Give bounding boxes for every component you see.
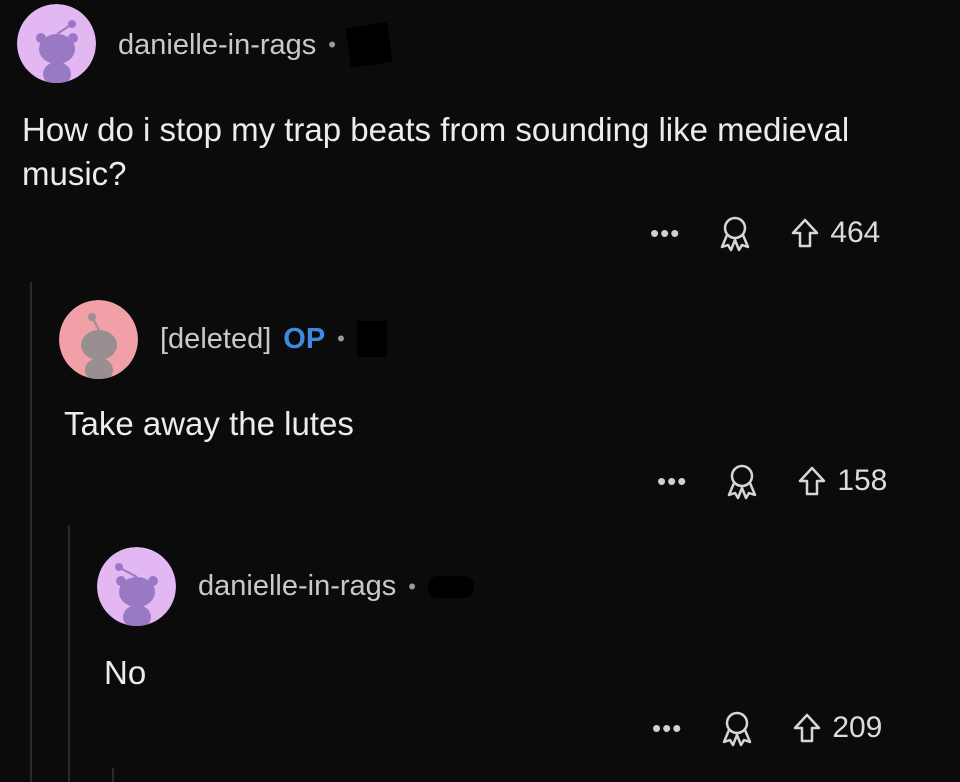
comment-actions: ••• 158 [657, 462, 887, 500]
thread-line-level-2 [68, 525, 70, 782]
comment-body: Take away the lutes [64, 405, 354, 442]
post-author-avatar[interactable] [17, 4, 96, 83]
snoo-avatar-icon [17, 4, 96, 83]
redacted-timestamp [356, 321, 387, 357]
post-actions: ••• 464 [650, 214, 880, 252]
snoo-avatar-icon [59, 300, 138, 379]
thread-line-level-3 [112, 768, 114, 782]
more-options-icon[interactable]: ••• [657, 468, 687, 494]
post-body: How do i stop my trap beats from soundin… [22, 111, 850, 192]
post-author-name[interactable]: danielle-in-rags [118, 29, 316, 62]
more-options-icon[interactable]: ••• [652, 715, 682, 741]
award-icon[interactable] [720, 709, 754, 747]
redacted-timestamp [427, 575, 474, 598]
comment-author-avatar[interactable] [59, 300, 138, 379]
separator-dot: • [408, 573, 416, 599]
separator-dot: • [328, 32, 336, 57]
op-badge: OP [283, 322, 326, 355]
upvote-icon[interactable] [790, 217, 820, 249]
comment-author-name[interactable]: [deleted] [160, 323, 271, 356]
thread-line-level-1 [30, 282, 32, 782]
reply-author-row: danielle-in-rags • [198, 570, 474, 603]
separator-dot: • [337, 326, 345, 351]
more-options-icon[interactable]: ••• [650, 220, 680, 246]
award-icon[interactable] [718, 214, 752, 252]
upvote-icon[interactable] [797, 465, 827, 497]
upvote-icon[interactable] [792, 712, 822, 744]
comment-author-row: [deleted] OP • [160, 321, 387, 357]
reply-author-name[interactable]: danielle-in-rags [198, 570, 396, 603]
redacted-timestamp [345, 22, 393, 68]
reply-body: No [104, 654, 147, 691]
reply-author-avatar[interactable] [97, 547, 176, 626]
award-icon[interactable] [725, 462, 759, 500]
comment-score: 158 [837, 464, 888, 497]
post-score: 464 [830, 216, 881, 249]
snoo-avatar-icon [97, 547, 176, 626]
reply-score: 209 [832, 711, 883, 744]
post-author-row: danielle-in-rags • [118, 22, 393, 68]
reply-actions: ••• 209 [652, 709, 882, 747]
